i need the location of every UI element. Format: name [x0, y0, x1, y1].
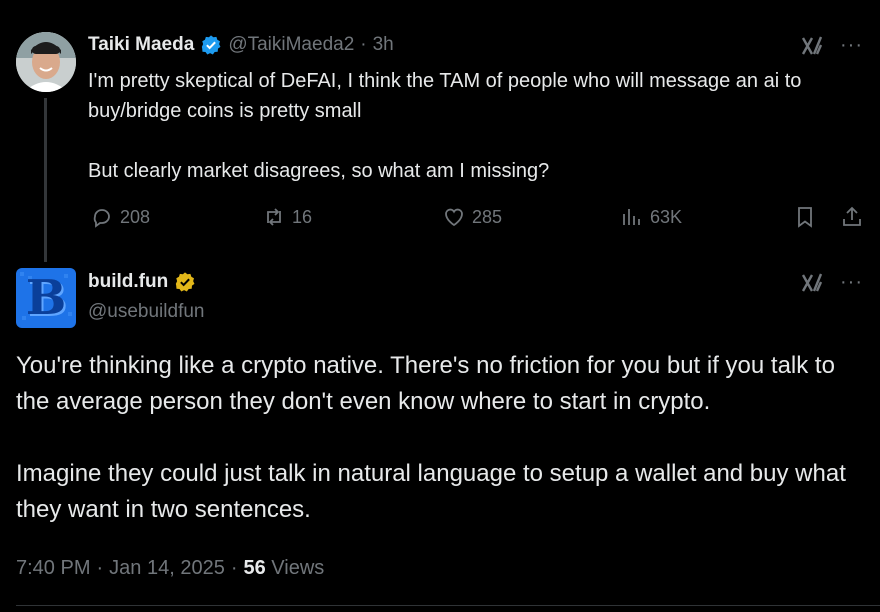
gold-verified-badge-icon: [174, 271, 196, 293]
more-options-icon[interactable]: ···: [840, 34, 863, 57]
bookmark-button[interactable]: [793, 205, 817, 229]
reply-tweet-header: build.fun: [88, 271, 196, 293]
reply-tweet-text: You're thinking like a crypto native. Th…: [16, 352, 846, 523]
reply-author-handle[interactable]: @usebuildfun: [88, 301, 204, 323]
views-number: 56: [243, 557, 266, 579]
repost-count: 16: [292, 206, 313, 227]
views-label: Views: [271, 557, 325, 579]
reply-grok-icon[interactable]: [800, 271, 824, 300]
tweet-date[interactable]: Jan 14, 2025: [109, 557, 225, 580]
views-count: 63K: [650, 206, 683, 227]
taiki-avatar[interactable]: [16, 32, 76, 92]
views-stat[interactable]: 56 Views: [243, 557, 324, 580]
verified-badge-icon: [200, 34, 222, 56]
analytics-icon: [623, 209, 640, 225]
grok-icon[interactable]: [800, 34, 824, 63]
reply-button[interactable]: 208: [90, 205, 150, 229]
heart-icon: [445, 208, 463, 227]
reply-author-name[interactable]: build.fun: [88, 271, 168, 293]
like-count: 285: [472, 206, 503, 227]
tweet-meta: 7:40 PM · Jan 14, 2025 · 56 Views: [16, 557, 324, 580]
reply-icon: [93, 209, 110, 228]
share-icon: [843, 206, 861, 226]
thread-line: [44, 98, 47, 262]
parent-tweet-text: I'm pretty skeptical of DeFAI, I think t…: [88, 70, 802, 182]
share-button[interactable]: [840, 205, 864, 229]
divider: [16, 605, 880, 606]
author-handle[interactable]: @TaikiMaeda2: [228, 34, 354, 56]
reply-more-options-icon[interactable]: ···: [840, 271, 863, 294]
meta-separator: ·: [230, 557, 238, 579]
author-name[interactable]: Taiki Maeda: [88, 34, 194, 56]
header-separator: ·: [360, 34, 367, 55]
reply-count: 208: [120, 206, 151, 227]
parent-tweet-header: Taiki Maeda @TaikiMaeda2 · 3h: [88, 34, 394, 56]
repost-icon: [267, 208, 281, 226]
tweet-time[interactable]: 3h: [373, 34, 394, 56]
repost-button[interactable]: 16: [262, 205, 312, 229]
avatar-letter: B: [25, 270, 67, 326]
tweet-timestamp[interactable]: 7:40 PM: [16, 557, 90, 580]
like-button[interactable]: 285: [442, 205, 502, 229]
buildfun-avatar[interactable]: B: [16, 268, 76, 328]
bookmark-icon: [798, 207, 812, 228]
views-button[interactable]: 63K: [620, 205, 682, 229]
meta-separator: ·: [96, 557, 104, 579]
